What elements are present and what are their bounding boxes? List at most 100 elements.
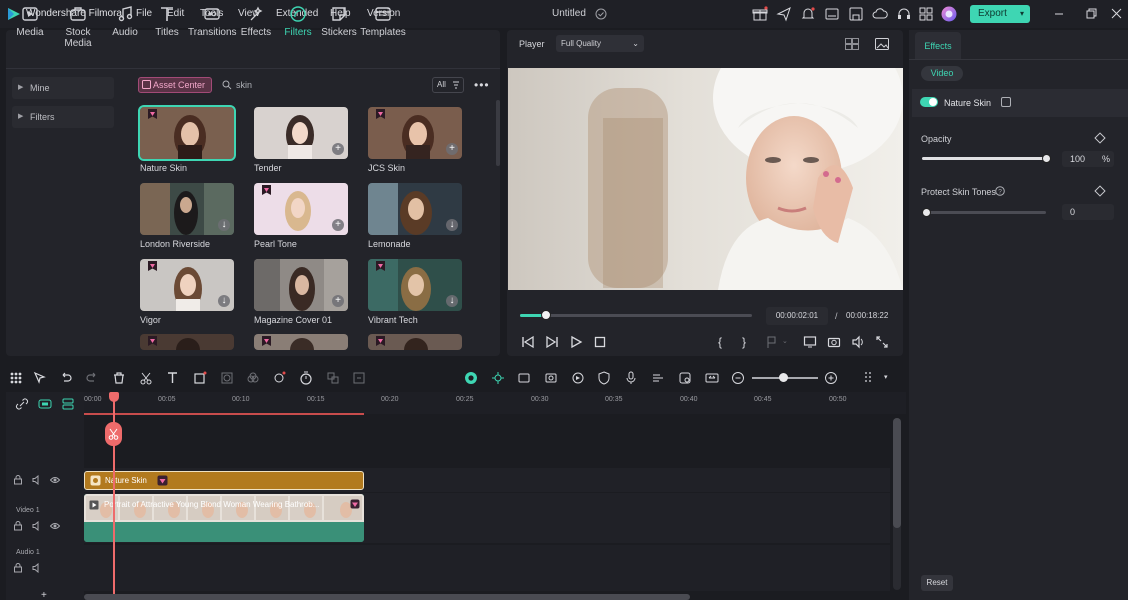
zoom-out-icon[interactable] xyxy=(731,371,745,385)
eye-icon[interactable] xyxy=(50,521,60,531)
zoom-in-icon[interactable] xyxy=(824,371,838,385)
motion-tracking-icon[interactable] xyxy=(326,371,340,385)
link-icon[interactable] xyxy=(15,397,29,411)
playback-progress-track[interactable] xyxy=(520,314,752,317)
fullscreen-icon[interactable] xyxy=(875,335,889,349)
tab-templates[interactable]: Templates xyxy=(359,4,407,38)
tab-stickers[interactable]: Stickers xyxy=(316,4,362,38)
mark-in-icon[interactable]: { xyxy=(718,335,722,349)
filter-thumbnail-tender[interactable]: + xyxy=(254,107,348,159)
filter-thumbnail-nature-skin[interactable] xyxy=(138,105,236,161)
playback-scrubber-handle[interactable] xyxy=(541,310,551,320)
chevron-down-icon[interactable]: ⌄ xyxy=(782,337,788,345)
close-icon[interactable] xyxy=(1111,8,1122,19)
previous-frame-icon[interactable] xyxy=(521,335,535,349)
fit-timeline-icon[interactable] xyxy=(705,371,719,385)
mask-icon[interactable] xyxy=(220,371,234,385)
tab-titles[interactable]: Titles xyxy=(144,4,190,38)
video-category-pill[interactable]: Video xyxy=(921,66,963,81)
color-icon[interactable] xyxy=(246,371,260,385)
player-preview[interactable] xyxy=(508,68,903,290)
lock-track-icon[interactable] xyxy=(13,521,23,531)
add-icon[interactable]: + xyxy=(332,295,344,307)
auto-highlight-icon[interactable] xyxy=(544,371,558,385)
notifications-icon[interactable] xyxy=(800,6,816,22)
library-scrollbar[interactable] xyxy=(496,100,500,166)
filter-thumbnail-jcs-skin[interactable]: + xyxy=(368,107,462,159)
filter-thumbnail-lemonade[interactable]: ↓ xyxy=(368,183,462,235)
reset-button[interactable]: Reset xyxy=(921,575,953,591)
timeline-layout-icon[interactable] xyxy=(863,371,877,385)
send-icon[interactable] xyxy=(776,6,792,22)
magnetic-snap-icon[interactable] xyxy=(491,371,505,385)
tab-stock-media[interactable]: Stock Media xyxy=(54,4,102,49)
stop-icon[interactable] xyxy=(593,335,607,349)
undo-icon[interactable] xyxy=(59,371,73,385)
playhead-handle[interactable] xyxy=(109,392,119,402)
crop-icon[interactable] xyxy=(193,371,207,385)
help-icon[interactable]: ? xyxy=(995,186,1005,196)
download-icon[interactable]: ↓ xyxy=(446,219,458,231)
minimize-icon[interactable] xyxy=(1054,9,1064,19)
auto-ripple-icon[interactable] xyxy=(464,371,478,385)
protect-slider-track[interactable] xyxy=(922,211,1046,214)
sidebar-item-filters[interactable]: ▶ Filters xyxy=(12,106,114,128)
protect-slider-handle[interactable] xyxy=(922,208,931,217)
asset-center-button[interactable]: Asset Center xyxy=(138,77,212,93)
camera-snapshot-icon[interactable] xyxy=(827,335,841,349)
volume-icon[interactable] xyxy=(851,335,865,349)
marker-icon[interactable] xyxy=(765,335,779,349)
tab-effects-properties[interactable]: Effects xyxy=(915,32,961,60)
filter-thumbnail-magazine-cover-01[interactable]: + xyxy=(254,259,348,311)
sidebar-item-mine[interactable]: ▶ Mine xyxy=(12,77,114,99)
download-icon[interactable]: ↓ xyxy=(218,295,230,307)
shield-icon[interactable] xyxy=(597,371,611,385)
tab-transitions[interactable]: Transitions xyxy=(188,4,237,38)
compare-icon[interactable] xyxy=(1001,97,1011,107)
mute-track-icon[interactable] xyxy=(32,563,42,573)
play-icon[interactable] xyxy=(569,335,583,349)
current-timecode[interactable]: 00:00:02:01 xyxy=(766,307,828,325)
search-input[interactable]: skin xyxy=(236,80,252,90)
split-marker[interactable] xyxy=(105,422,122,446)
select-tool-icon[interactable] xyxy=(33,371,47,385)
split-scissors-icon[interactable] xyxy=(139,371,153,385)
effect-clip-nature-skin[interactable]: Nature Skin xyxy=(84,471,364,490)
keyframe-animation-icon[interactable] xyxy=(571,371,585,385)
filter-thumbnail-partial[interactable] xyxy=(368,334,462,350)
filter-thumbnail-pearl-tone[interactable]: + xyxy=(254,183,348,235)
filter-thumbnail-vibrant-tech[interactable]: ↓ xyxy=(368,259,462,311)
eye-icon[interactable] xyxy=(50,475,60,485)
redo-icon[interactable] xyxy=(85,371,99,385)
microphone-icon[interactable] xyxy=(624,371,638,385)
add-track-icon[interactable] xyxy=(38,399,52,409)
speed-timer-icon[interactable] xyxy=(299,371,313,385)
apps-grid-icon[interactable] xyxy=(918,6,934,22)
add-icon[interactable]: + xyxy=(446,143,458,155)
avatar[interactable] xyxy=(941,6,957,22)
grid-view-icon[interactable] xyxy=(845,38,859,50)
snapshot-view-icon[interactable] xyxy=(875,38,889,50)
add-icon[interactable]: + xyxy=(332,143,344,155)
filter-all-button[interactable]: All xyxy=(432,77,464,93)
text-tool-icon[interactable] xyxy=(166,371,180,385)
next-frame-icon[interactable] xyxy=(545,335,559,349)
grid-layout-icon[interactable] xyxy=(9,371,23,385)
layout-icon[interactable] xyxy=(824,6,840,22)
tab-audio[interactable]: Audio xyxy=(102,4,148,38)
filter-thumbnail-london-riverside[interactable]: ↓ xyxy=(140,183,234,235)
filter-thumbnail-vigor[interactable]: ↓ xyxy=(140,259,234,311)
timeline-horizontal-scrollbar[interactable] xyxy=(84,594,690,600)
ai-tools-icon[interactable] xyxy=(272,371,286,385)
lock-track-icon[interactable] xyxy=(13,563,23,573)
filter-thumbnail-partial[interactable] xyxy=(254,334,348,350)
tab-filters[interactable]: Filters xyxy=(275,4,321,38)
timeline-ruler[interactable]: 00:00 00:05 00:10 00:15 00:20 00:25 00:3… xyxy=(84,392,906,414)
cloud-icon[interactable] xyxy=(872,6,888,22)
mute-track-icon[interactable] xyxy=(32,475,42,485)
chevron-down-icon[interactable]: ▾ xyxy=(884,373,888,381)
timeline-vertical-scroll-thumb[interactable] xyxy=(893,418,901,528)
more-options-icon[interactable]: ••• xyxy=(474,78,490,92)
opacity-slider-handle[interactable] xyxy=(1042,154,1051,163)
gift-icon[interactable] xyxy=(752,6,768,22)
